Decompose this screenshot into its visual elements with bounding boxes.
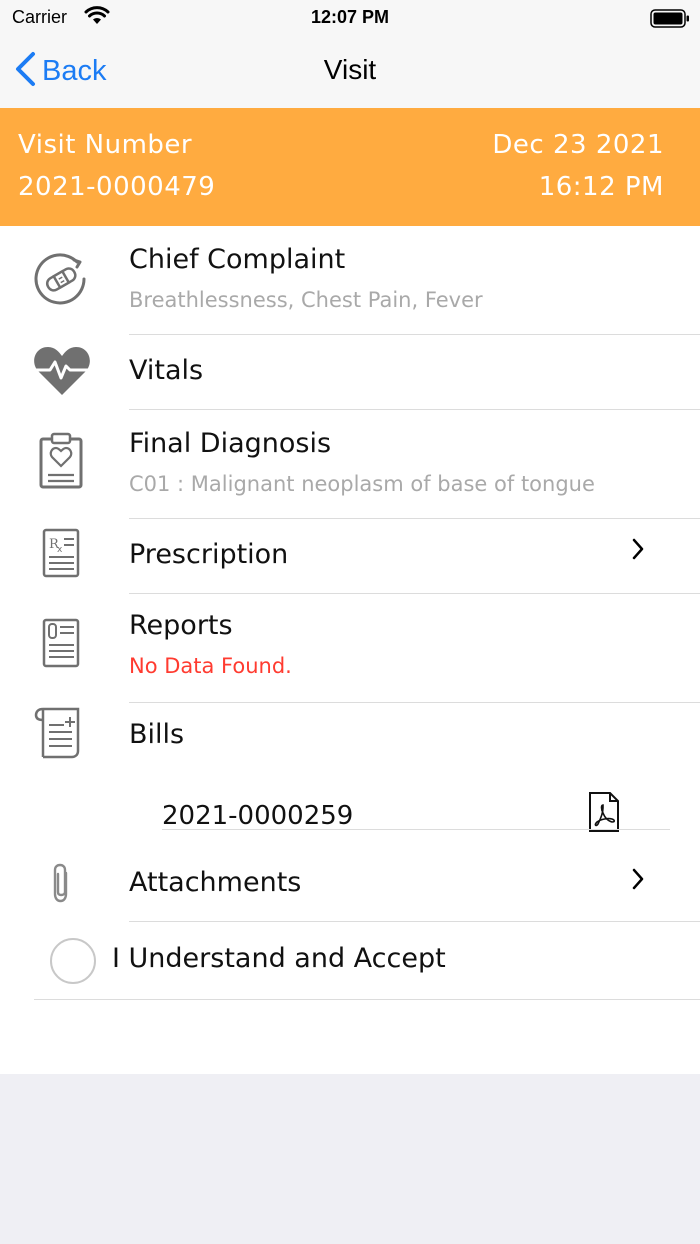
attachments-title: Attachments [129, 867, 302, 898]
bills-title: Bills [129, 719, 185, 750]
bill-number: 2021-0000259 [162, 801, 354, 831]
chevron-right-icon [630, 537, 646, 565]
paperclip-icon [47, 861, 75, 909]
visit-time: 16:12 PM [538, 172, 664, 202]
battery-icon [650, 9, 690, 33]
attachments-row[interactable]: Attachments [0, 847, 700, 922]
report-icon [42, 618, 80, 672]
reports-title: Reports [129, 610, 233, 641]
visit-header: Visit Number 2021-0000479 Dec 23 2021 16… [0, 108, 700, 226]
heart-pulse-icon [32, 343, 92, 401]
visit-number-label: Visit Number [18, 130, 193, 160]
chief-complaint-title: Chief Complaint [129, 244, 346, 275]
navigation-bar: Back Visit [0, 36, 700, 108]
bill-item[interactable]: 2021-0000259 [162, 765, 670, 855]
status-time: 12:07 PM [310, 7, 390, 27]
divider [162, 829, 670, 830]
accept-label: I Understand and Accept [112, 943, 446, 974]
prescription-icon: R x [42, 528, 80, 582]
status-bar: Carrier 12:07 PM [0, 0, 700, 36]
vitals-title: Vitals [129, 355, 204, 386]
clipboard-heart-icon [38, 432, 84, 494]
visit-details-list: Chief Complaint Breathlessness, Chest Pa… [0, 226, 700, 1074]
prescription-title: Prescription [129, 539, 289, 570]
pdf-file-icon[interactable] [588, 791, 620, 837]
reports-row[interactable]: Reports No Data Found. [0, 594, 700, 703]
accept-row[interactable]: I Understand and Accept [0, 922, 700, 1000]
chief-complaint-value: Breathlessness, Chest Pain, Fever [129, 288, 483, 312]
vitals-row[interactable]: Vitals [0, 335, 700, 410]
final-diagnosis-row[interactable]: Final Diagnosis C01 : Malignant neoplasm… [0, 410, 700, 519]
visit-number: 2021-0000479 [18, 172, 216, 202]
bills-row: Bills 2021-0000259 [0, 703, 700, 847]
divider [34, 999, 700, 1000]
page-title: Visit [323, 54, 377, 85]
chief-complaint-row[interactable]: Chief Complaint Breathlessness, Chest Pa… [0, 226, 700, 335]
complaint-icon [34, 252, 88, 310]
final-diagnosis-value: C01 : Malignant neoplasm of base of tong… [129, 472, 595, 496]
reports-empty-message: No Data Found. [129, 654, 292, 678]
bill-scroll-icon [34, 705, 84, 763]
final-diagnosis-title: Final Diagnosis [129, 428, 332, 459]
prescription-row[interactable]: R x Prescription [0, 519, 700, 594]
chevron-right-icon [630, 867, 646, 895]
visit-date: Dec 23 2021 [492, 130, 664, 160]
svg-text:x: x [57, 545, 63, 555]
accept-checkbox[interactable] [50, 938, 96, 984]
